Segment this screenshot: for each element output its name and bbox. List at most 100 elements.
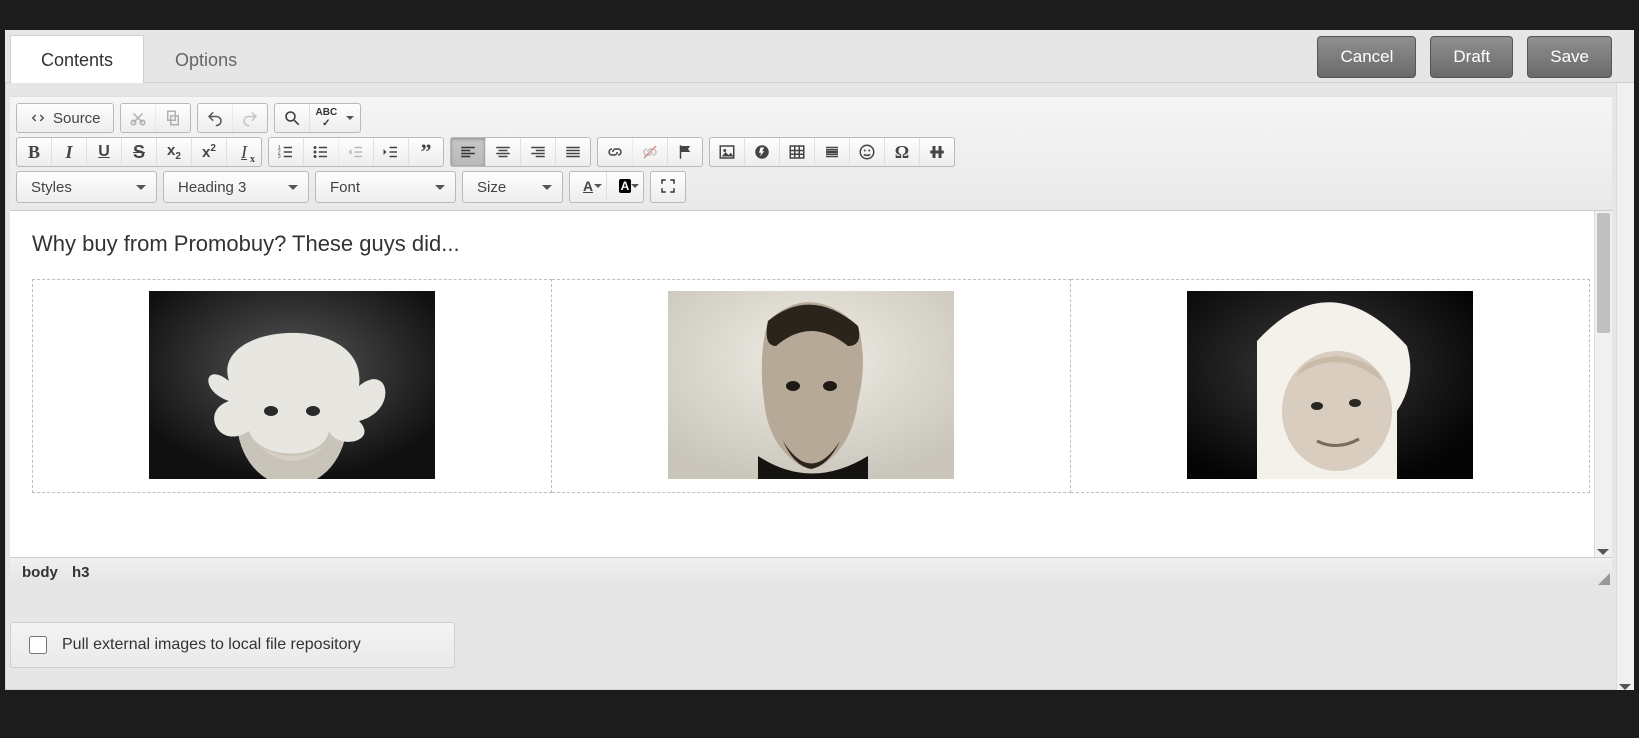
tab-bar: Contents Options Cancel Draft Save [5, 30, 1634, 83]
text-color-button[interactable]: A [570, 172, 606, 200]
bg-color-button[interactable]: A [606, 172, 643, 200]
content-scrollbar[interactable] [1594, 211, 1612, 557]
italic-button[interactable]: I [51, 138, 86, 166]
spellcheck-button[interactable]: ABC✓ [309, 104, 361, 132]
blockquote-button[interactable]: ” [408, 138, 443, 166]
indent-button[interactable] [373, 138, 408, 166]
remove-format-icon: Ix [241, 142, 247, 163]
resize-handle[interactable] [1598, 573, 1610, 585]
table-cell[interactable] [552, 280, 1071, 493]
bold-button[interactable]: B [17, 138, 51, 166]
copy-icon [164, 109, 182, 127]
smiley-button[interactable] [849, 138, 884, 166]
format-label: Heading 3 [178, 179, 246, 196]
source-button[interactable]: Source [17, 104, 113, 132]
anchor-button[interactable] [667, 138, 702, 166]
size-combo[interactable]: Size [462, 171, 563, 203]
anchor-flag-icon [676, 143, 694, 161]
font-label: Font [330, 179, 360, 196]
content-heading[interactable]: Why buy from Promobuy? These guys did... [32, 231, 1590, 257]
align-right-icon [529, 143, 547, 161]
rich-text-editor: Source [10, 96, 1612, 587]
italic-icon: I [65, 142, 72, 163]
path-body[interactable]: body [22, 564, 58, 581]
action-buttons: Cancel Draft Save [1317, 36, 1612, 78]
image-button[interactable] [710, 138, 744, 166]
chevron-down-icon [631, 184, 639, 188]
redo-button[interactable] [232, 104, 267, 132]
format-combo[interactable]: Heading 3 [163, 171, 309, 203]
remove-format-button[interactable]: Ix [226, 138, 261, 166]
app-frame: Contents Options Cancel Draft Save Sourc… [0, 0, 1639, 738]
bg-color-icon: A [619, 179, 632, 193]
subscript-button[interactable]: x2 [156, 138, 191, 166]
align-left-icon [459, 143, 477, 161]
tab-contents[interactable]: Contents [10, 35, 144, 83]
image-grid-table[interactable] [32, 279, 1590, 493]
portrait-einstein[interactable] [149, 291, 435, 479]
align-left-button[interactable] [451, 138, 485, 166]
horizontal-rule-button[interactable] [814, 138, 849, 166]
portrait-lincoln[interactable] [668, 291, 954, 479]
table-cell[interactable] [1071, 280, 1590, 493]
align-right-button[interactable] [520, 138, 555, 166]
editor-panel: Contents Options Cancel Draft Save Sourc… [5, 30, 1634, 690]
table-button[interactable] [779, 138, 814, 166]
portrait-victoria[interactable] [1187, 291, 1473, 479]
cut-button[interactable] [121, 104, 155, 132]
underline-button[interactable]: U [86, 138, 121, 166]
panel-scrollbar[interactable] [1616, 60, 1634, 690]
pull-images-option[interactable]: Pull external images to local file repos… [10, 622, 455, 668]
editor-toolbar: Source [10, 97, 1612, 211]
scrollbar-thumb[interactable] [1597, 213, 1610, 333]
cancel-button[interactable]: Cancel [1317, 36, 1416, 78]
flash-button[interactable] [744, 138, 779, 166]
find-icon [283, 109, 301, 127]
pull-images-checkbox[interactable] [29, 636, 47, 654]
align-justify-icon [564, 143, 582, 161]
underline-icon: U [98, 143, 110, 161]
superscript-button[interactable]: x2 [191, 138, 226, 166]
smiley-icon [858, 143, 876, 161]
chevron-down-icon [136, 185, 146, 190]
copy-button[interactable] [155, 104, 190, 132]
elements-path: body h3 [10, 557, 1612, 587]
scroll-down-icon[interactable] [1597, 549, 1609, 555]
editor-document[interactable]: Why buy from Promobuy? These guys did... [10, 211, 1612, 513]
spellcheck-icon: ABC✓ [316, 107, 338, 129]
editor-content-area[interactable]: Why buy from Promobuy? These guys did... [10, 211, 1612, 557]
horizontal-rule-icon [823, 143, 841, 161]
special-char-button[interactable]: Ω [884, 138, 919, 166]
undo-button[interactable] [198, 104, 232, 132]
styles-combo[interactable]: Styles [16, 171, 157, 203]
outdent-button[interactable] [338, 138, 373, 166]
bulleted-list-icon [312, 143, 330, 161]
bulleted-list-button[interactable] [303, 138, 338, 166]
strike-button[interactable]: S [121, 138, 156, 166]
path-h3[interactable]: h3 [72, 564, 90, 581]
link-button[interactable] [598, 138, 632, 166]
subscript-icon: x2 [167, 142, 181, 162]
unlink-button[interactable] [632, 138, 667, 166]
draft-button[interactable]: Draft [1430, 36, 1513, 78]
superscript-icon: x2 [202, 143, 216, 161]
image-icon [718, 143, 736, 161]
save-button[interactable]: Save [1527, 36, 1612, 78]
table-row[interactable] [33, 280, 1590, 493]
tab-options[interactable]: Options [144, 35, 268, 83]
svg-text:3: 3 [278, 154, 281, 160]
link-icon [606, 143, 624, 161]
pull-images-label: Pull external images to local file repos… [62, 636, 361, 654]
undo-icon [206, 109, 224, 127]
indent-icon [382, 143, 400, 161]
maximize-button[interactable] [651, 172, 685, 200]
align-center-button[interactable] [485, 138, 520, 166]
iframe-button[interactable] [919, 138, 954, 166]
table-cell[interactable] [33, 280, 552, 493]
flash-icon [753, 143, 771, 161]
maximize-icon [659, 177, 677, 195]
find-button[interactable] [275, 104, 309, 132]
font-combo[interactable]: Font [315, 171, 456, 203]
align-justify-button[interactable] [555, 138, 590, 166]
numbered-list-button[interactable]: 123 [269, 138, 303, 166]
